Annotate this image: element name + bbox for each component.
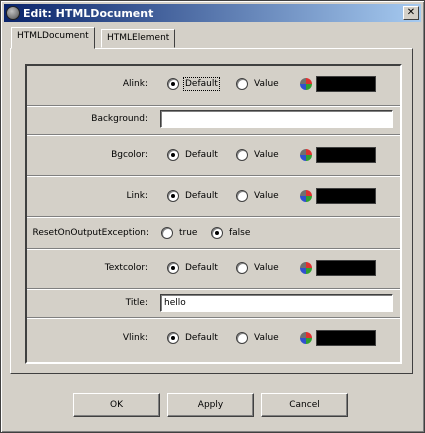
row-separator xyxy=(27,134,400,136)
apply-button[interactable]: Apply xyxy=(167,393,254,417)
color-picker-icon[interactable] xyxy=(299,261,313,275)
properties-panel: Alink: Default Value Background: Bgcolor… xyxy=(25,64,402,364)
row-separator xyxy=(27,105,400,107)
link-label: Link: xyxy=(126,191,148,201)
alink-value-label[interactable]: Value xyxy=(254,79,279,89)
reset-on-output-exception-label: ResetOnOutputException: xyxy=(32,228,149,238)
cancel-button[interactable]: Cancel xyxy=(261,393,348,417)
window-title: Edit: HTMLDocument xyxy=(23,6,154,20)
vlink-label: Vlink: xyxy=(122,333,148,343)
link-default-label[interactable]: Default xyxy=(185,191,218,201)
property-row-title: Title: hello xyxy=(27,294,400,312)
textcolor-default-label[interactable]: Default xyxy=(185,263,218,273)
reset-false-radio[interactable] xyxy=(211,227,223,239)
textcolor-default-radio[interactable] xyxy=(167,262,179,274)
tab-htmlelement[interactable]: HTMLElement xyxy=(101,29,176,48)
reset-true-radio[interactable] xyxy=(161,227,173,239)
textcolor-value-radio[interactable] xyxy=(236,262,248,274)
property-row-link: Link: Default Value xyxy=(27,188,400,204)
textcolor-color-swatch[interactable] xyxy=(316,260,376,276)
property-row-background: Background: xyxy=(27,110,400,128)
tab-label: HTMLDocument xyxy=(17,31,89,41)
alink-value-radio[interactable] xyxy=(236,78,248,90)
background-input[interactable] xyxy=(160,110,393,128)
property-row-resetonoutputexception: ResetOnOutputException: true false xyxy=(27,225,400,241)
color-picker-icon[interactable] xyxy=(299,189,313,203)
bgcolor-color-swatch[interactable] xyxy=(316,147,376,163)
vlink-color-swatch[interactable] xyxy=(316,330,376,346)
property-row-vlink: Vlink: Default Value xyxy=(27,330,400,346)
vlink-value-radio[interactable] xyxy=(236,332,248,344)
row-separator xyxy=(27,216,400,218)
textcolor-label: Textcolor: xyxy=(104,263,148,273)
link-value-label[interactable]: Value xyxy=(254,191,279,201)
title-input[interactable]: hello xyxy=(160,294,393,312)
row-separator xyxy=(27,317,400,319)
row-separator xyxy=(27,175,400,177)
close-button[interactable]: ✕ xyxy=(403,6,419,20)
alink-label: Alink: xyxy=(122,79,148,89)
alink-default-label[interactable]: Default xyxy=(183,77,220,91)
tab-htmldocument[interactable]: HTMLDocument xyxy=(11,27,95,49)
property-row-bgcolor: Bgcolor: Default Value xyxy=(27,147,400,163)
link-color-swatch[interactable] xyxy=(316,188,376,204)
row-separator xyxy=(27,248,400,250)
title-label: Title: xyxy=(125,298,148,308)
link-default-radio[interactable] xyxy=(167,190,179,202)
background-label: Background: xyxy=(91,114,148,124)
color-picker-icon[interactable] xyxy=(299,77,313,91)
vlink-default-label[interactable]: Default xyxy=(185,333,218,343)
property-row-alink: Alink: Default Value xyxy=(27,76,400,92)
alink-color-swatch[interactable] xyxy=(316,76,376,92)
bgcolor-label: Bgcolor: xyxy=(111,150,148,160)
textcolor-value-label[interactable]: Value xyxy=(254,263,279,273)
property-row-textcolor: Textcolor: Default Value xyxy=(27,260,400,276)
row-separator xyxy=(27,288,400,290)
bgcolor-value-radio[interactable] xyxy=(236,149,248,161)
alink-default-radio[interactable] xyxy=(167,78,179,90)
tab-label: HTMLElement xyxy=(107,33,170,43)
vlink-value-label[interactable]: Value xyxy=(254,333,279,343)
link-value-radio[interactable] xyxy=(236,190,248,202)
ok-button[interactable]: OK xyxy=(73,393,160,417)
bgcolor-default-radio[interactable] xyxy=(167,149,179,161)
color-picker-icon[interactable] xyxy=(299,148,313,162)
reset-true-label[interactable]: true xyxy=(179,228,197,238)
reset-false-label[interactable]: false xyxy=(229,228,250,238)
color-picker-icon[interactable] xyxy=(299,331,313,345)
bgcolor-default-label[interactable]: Default xyxy=(185,150,218,160)
bgcolor-value-label[interactable]: Value xyxy=(254,150,279,160)
app-icon xyxy=(6,6,20,20)
title-bar: Edit: HTMLDocument ✕ xyxy=(4,4,421,22)
vlink-default-radio[interactable] xyxy=(167,332,179,344)
